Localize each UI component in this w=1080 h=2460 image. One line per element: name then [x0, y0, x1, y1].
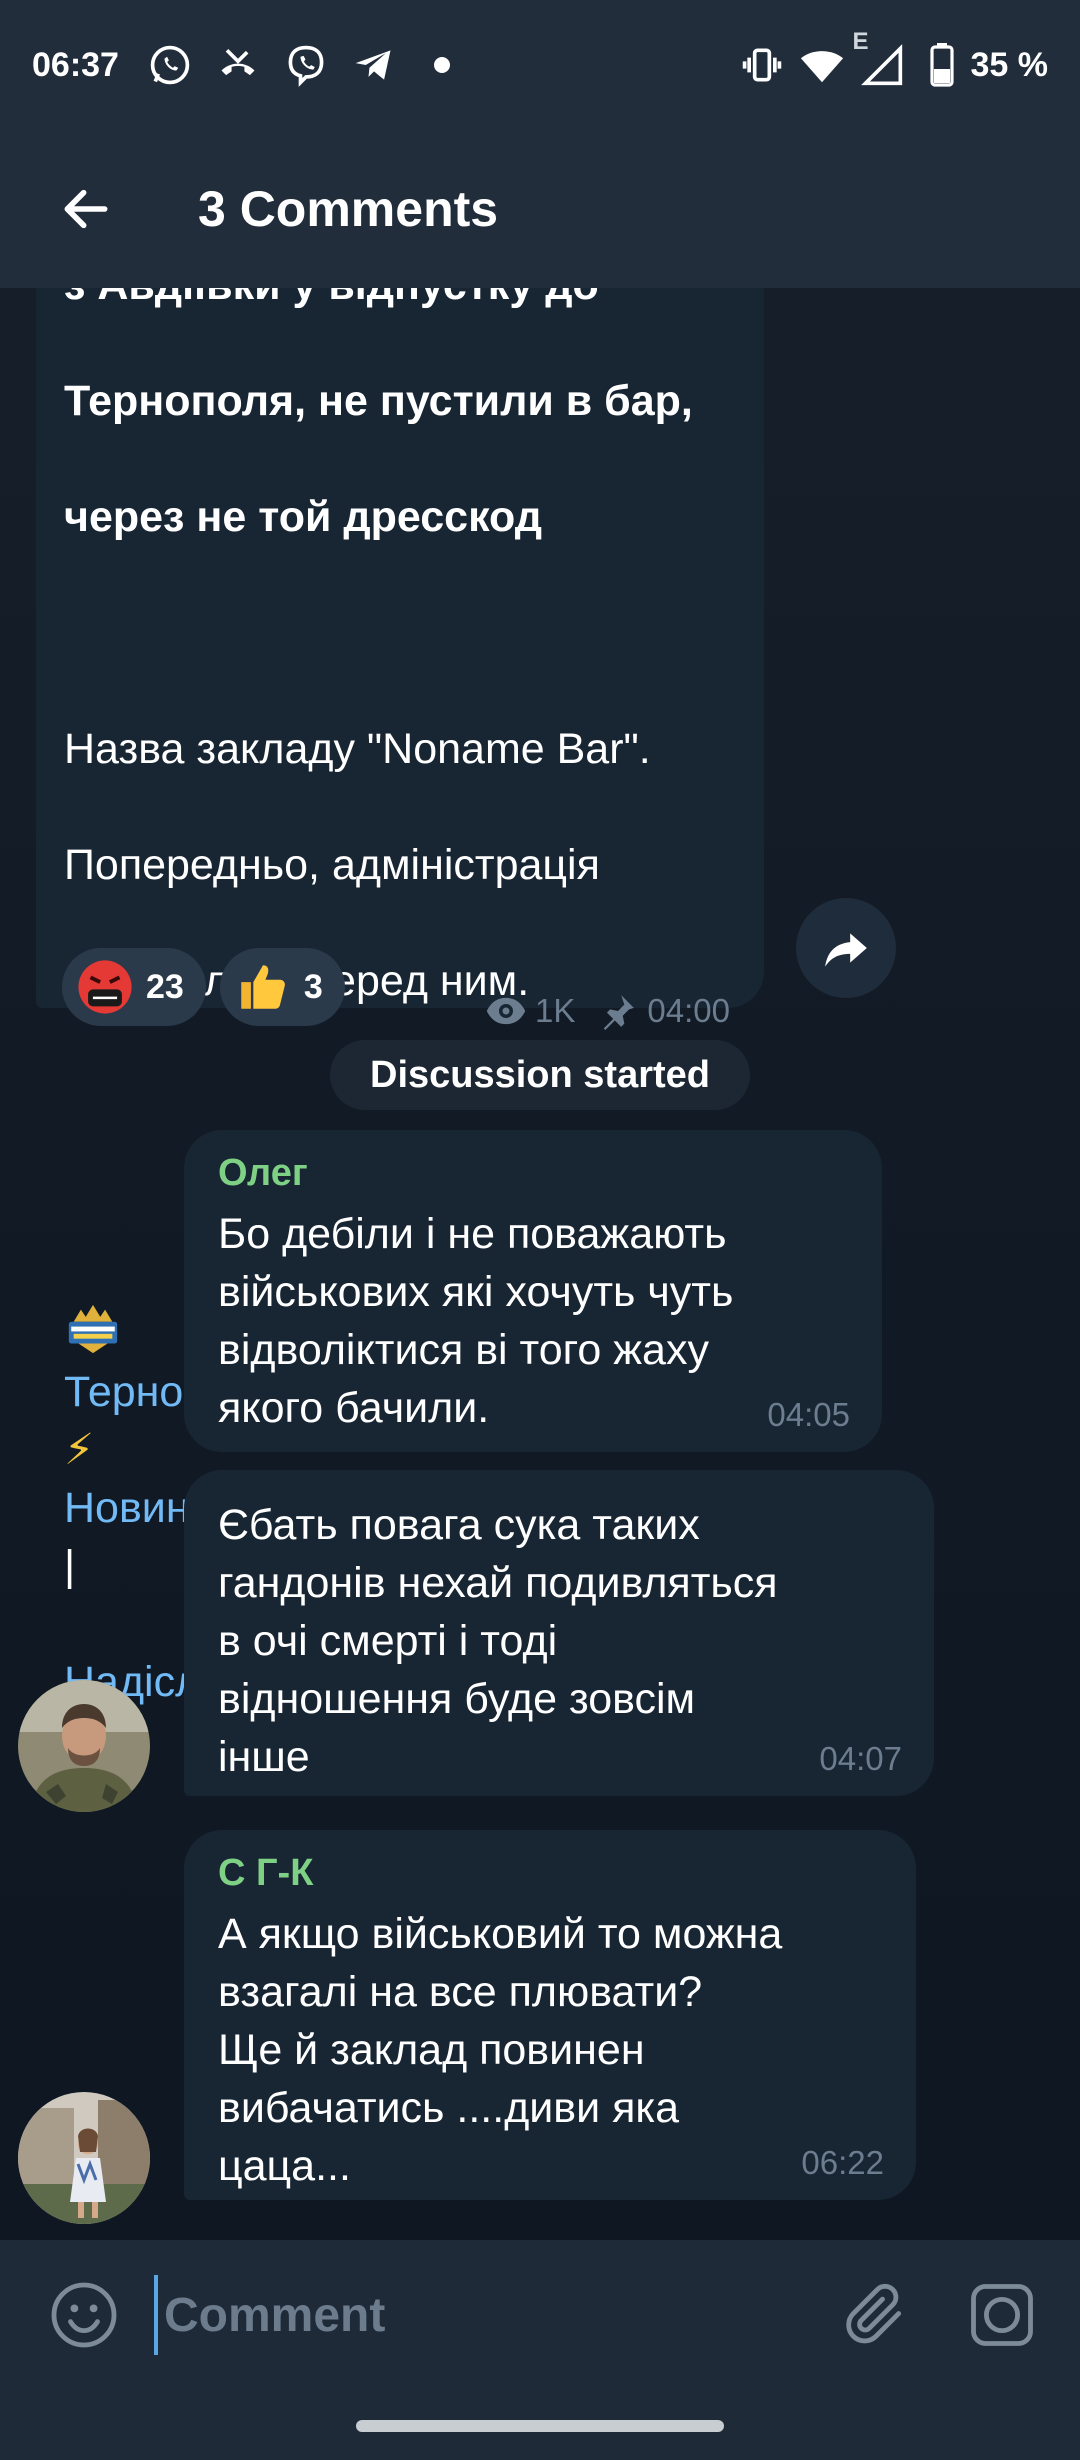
- post-meta: 1K 04:00: [473, 990, 730, 1032]
- status-bar: 06:37 E 35 %: [0, 0, 1080, 130]
- channel-logo-icon: [64, 1242, 122, 1354]
- reaction-count: 3: [303, 967, 323, 1006]
- battery-icon: [919, 42, 965, 88]
- comment-text: Єбать повага сука таких гандонів нехай п…: [218, 1501, 778, 1781]
- emoji-button[interactable]: [44, 2275, 124, 2355]
- video-message-icon: [971, 2284, 1033, 2346]
- pin-icon: [597, 990, 639, 1032]
- navigation-bar: [0, 2390, 1080, 2460]
- status-time: 06:37: [32, 45, 119, 84]
- post-line: з Авдіївки у відпустку до: [64, 288, 736, 314]
- home-gesture-handle[interactable]: [356, 2420, 724, 2432]
- chat-area[interactable]: з Авдіївки у відпустку до Тернополя, не …: [0, 288, 1080, 2240]
- link-separator: |: [64, 1542, 76, 1590]
- telegram-comments-screen: 06:37 E 35 % 3 Comments Тернополя, не пу…: [0, 0, 1080, 2460]
- comment-author[interactable]: Олег: [218, 1152, 848, 1195]
- network-label: E: [852, 28, 869, 55]
- attach-button[interactable]: [836, 2275, 916, 2355]
- comment-input[interactable]: [154, 2275, 794, 2355]
- paperclip-icon: [846, 2283, 902, 2344]
- post-views: 1K: [535, 992, 576, 1029]
- post-line: Попередньо, адміністрація: [64, 841, 600, 889]
- thumbs-up-emoji: [234, 958, 292, 1016]
- missed-call-icon: [215, 42, 261, 88]
- reaction-angry[interactable]: 23: [62, 948, 206, 1026]
- status-right: E 35 %: [739, 28, 1049, 88]
- dot-icon: [419, 42, 465, 88]
- angry-cursing-emoji: [76, 958, 134, 1016]
- reactions: 23 3: [62, 948, 359, 1026]
- comment-time: 04:07: [819, 1740, 902, 1777]
- share-button[interactable]: [796, 898, 896, 998]
- post-gap: [64, 604, 736, 662]
- smiley-icon: [51, 2282, 117, 2348]
- whatsapp-icon: [147, 42, 193, 88]
- comment-input-bar: [0, 2240, 1080, 2390]
- comment-text: Бо дебіли і не поважають військових які …: [218, 1210, 734, 1432]
- post-line: через не той дресскод: [64, 493, 543, 541]
- video-message-button[interactable]: [962, 2275, 1042, 2355]
- battery-percent: 35 %: [970, 45, 1049, 84]
- comment-message[interactable]: Олег Бо дебіли і не поважають військових…: [184, 1130, 882, 1452]
- post-line: Тернополя, не пустили в бар,: [64, 377, 693, 425]
- reaction-thumbs-up[interactable]: 3: [219, 948, 345, 1026]
- comment-time: 06:22: [801, 2144, 884, 2181]
- share-icon: [825, 933, 867, 967]
- post-time: 04:00: [647, 992, 730, 1029]
- page-title: 3 Comments: [198, 181, 499, 237]
- telegram-icon: [351, 42, 397, 88]
- wifi-icon: [799, 42, 845, 88]
- channel-post[interactable]: з Авдіївки у відпустку до Тернополя, не …: [36, 288, 764, 1706]
- arrow-left-icon: [64, 189, 108, 229]
- post-line: Назва закладу "Noname Bar".: [64, 725, 651, 773]
- app-header: 3 Comments: [0, 130, 1080, 288]
- discussion-started-label: Discussion started: [330, 1040, 750, 1110]
- eye-icon: [485, 990, 527, 1032]
- back-button[interactable]: [36, 159, 136, 259]
- vibrate-icon: [739, 42, 785, 88]
- comment-text: А якщо військовий то можна взагалі на вс…: [218, 1910, 783, 2190]
- comment-time: 04:05: [767, 1396, 850, 1433]
- comment-message[interactable]: Єбать повага сука таких гандонів нехай п…: [184, 1470, 934, 1796]
- signal-icon: E: [853, 28, 905, 88]
- avatar[interactable]: [18, 1680, 150, 1812]
- reaction-count: 23: [146, 967, 184, 1006]
- comment-message[interactable]: С Г-К А якщо військовий то можна взагалі…: [184, 1830, 916, 2200]
- viber-icon: [283, 42, 329, 88]
- comment-author[interactable]: С Г-К: [218, 1852, 882, 1895]
- avatar[interactable]: [18, 2092, 150, 2224]
- bolt-emoji: ⚡: [64, 1426, 95, 1474]
